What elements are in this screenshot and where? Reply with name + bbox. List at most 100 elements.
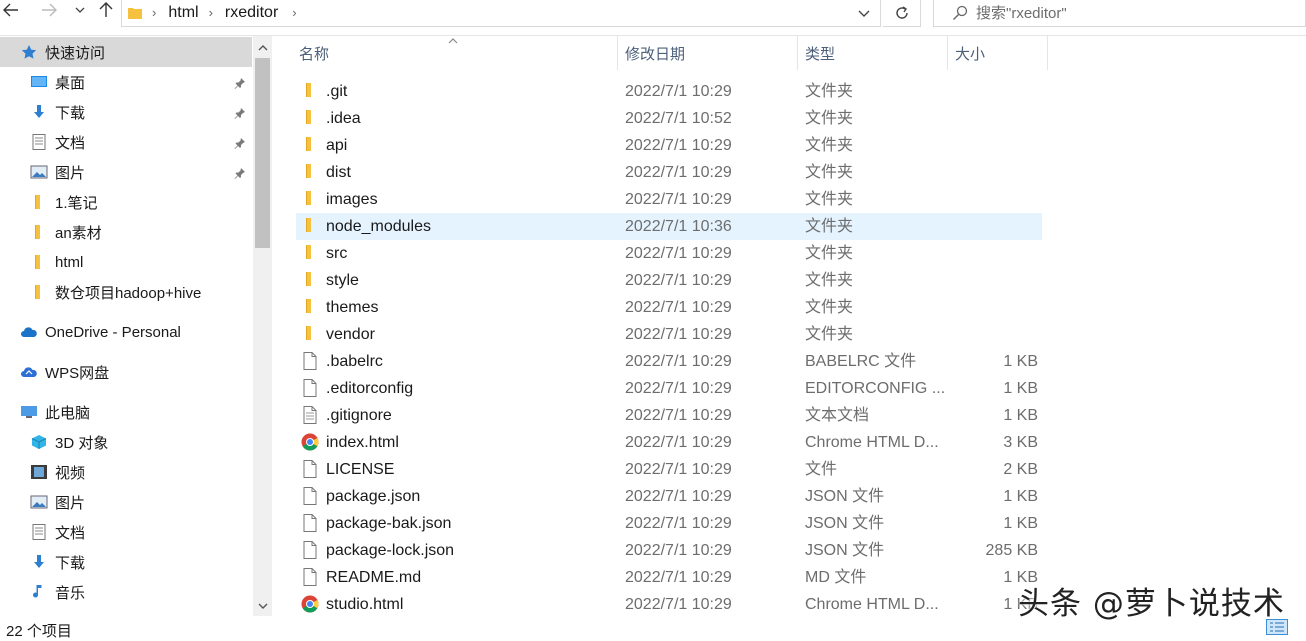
sidebar-item-17[interactable]: 音乐 <box>0 577 252 607</box>
sidebar-item-2[interactable]: 下载 <box>0 97 252 127</box>
file-row[interactable]: src 2022/7/1 10:29 文件夹 <box>296 240 1042 267</box>
file-type: 文件夹 <box>805 191 854 208</box>
sidebar-item-9[interactable]: OneDrive - Personal <box>0 317 252 347</box>
pin-icon <box>234 76 246 89</box>
sidebar-item-5[interactable]: 1.笔记 <box>0 187 252 217</box>
file-size <box>948 321 1038 348</box>
file-row[interactable]: package.json 2022/7/1 10:29 JSON 文件 1 KB <box>296 483 1042 510</box>
file-row[interactable]: images 2022/7/1 10:29 文件夹 <box>296 186 1042 213</box>
file-size <box>948 240 1038 267</box>
breadcrumb-html[interactable]: html <box>168 4 198 22</box>
sidebar-scrollbar-thumb[interactable] <box>255 58 270 248</box>
sidebar-item-10[interactable]: WPS网盘 <box>0 357 252 387</box>
file-row[interactable]: package-lock.json 2022/7/1 10:29 JSON 文件 28… <box>296 537 1042 564</box>
sidebar-scroll-up-button[interactable] <box>253 38 272 58</box>
sidebar-item-1[interactable]: 桌面 <box>0 67 252 97</box>
column-header-size[interactable]: 大小 <box>948 36 1048 70</box>
address-bar[interactable]: › html › rxeditor › <box>121 0 881 27</box>
file-type: 文件夹 <box>805 164 854 181</box>
file-type: 文件夹 <box>805 272 854 289</box>
file-row[interactable]: LICENSE 2022/7/1 10:29 文件 2 KB <box>296 456 1042 483</box>
file-row[interactable]: vendor 2022/7/1 10:29 文件夹 <box>296 321 1042 348</box>
watermark: 头条 @萝卜说技术 <box>1018 586 1285 622</box>
sidebar-item-label: 3D 对象 <box>55 434 109 452</box>
file-icon <box>301 460 319 478</box>
column-header-date[interactable]: 修改日期 <box>618 36 798 70</box>
file-row[interactable]: package-bak.json 2022/7/1 10:29 JSON 文件 1 K… <box>296 510 1042 537</box>
file-name: api <box>326 137 348 154</box>
file-modified-date: 2022/7/1 10:29 <box>625 299 732 316</box>
chrome-icon <box>301 433 319 451</box>
file-name: .editorconfig <box>326 380 414 397</box>
file-name: package.json <box>326 488 421 505</box>
file-type: MD 文件 <box>805 569 867 586</box>
folder-icon <box>128 7 142 19</box>
file-size <box>948 159 1038 186</box>
file-type: 文本文档 <box>805 407 870 424</box>
file-size: 3 KB <box>1003 434 1038 451</box>
search-input[interactable]: 搜索"rxeditor" <box>976 2 1067 23</box>
file-name: package-lock.json <box>326 542 455 559</box>
recent-locations-button[interactable] <box>72 0 88 20</box>
pin-icon <box>234 106 246 119</box>
refresh-icon <box>895 5 908 19</box>
sidebar-item-16[interactable]: 下载 <box>0 547 252 577</box>
sidebar-item-label: 视频 <box>55 464 86 482</box>
file-row[interactable]: .editorconfig 2022/7/1 10:29 EDITORCONFIG … <box>296 375 1042 402</box>
file-row[interactable]: .idea 2022/7/1 10:52 文件夹 <box>296 105 1042 132</box>
details-view-button[interactable] <box>1266 619 1288 635</box>
sidebar-item-6[interactable]: an素材 <box>0 217 252 247</box>
file-name: node_modules <box>326 218 431 235</box>
file-icon <box>301 514 319 532</box>
sidebar-item-13[interactable]: 视频 <box>0 457 252 487</box>
file-row[interactable]: .gitignore 2022/7/1 10:29 文本文档 1 KB <box>296 402 1042 429</box>
sidebar-item-label: 文档 <box>55 524 86 542</box>
sidebar-item-15[interactable]: 文档 <box>0 517 252 547</box>
file-size <box>948 132 1038 159</box>
file-row[interactable]: .git 2022/7/1 10:29 文件夹 <box>296 78 1042 105</box>
sidebar-item-label: 快速访问 <box>45 44 106 62</box>
up-button[interactable] <box>96 0 116 20</box>
file-row[interactable]: api 2022/7/1 10:29 文件夹 <box>296 132 1042 159</box>
search-box[interactable]: 搜索"rxeditor" <box>933 0 1306 27</box>
file-type: Chrome HTML D... <box>805 596 939 613</box>
sidebar-item-3[interactable]: 文档 <box>0 127 252 157</box>
arrow-left-icon <box>3 3 18 17</box>
refresh-button[interactable] <box>883 0 921 27</box>
file-name: README.md <box>326 569 422 586</box>
address-toolbar: › html › rxeditor › 搜索"rxeditor" <box>0 0 1306 36</box>
column-header-type[interactable]: 类型 <box>798 36 948 70</box>
document-icon <box>30 134 48 150</box>
desktop-icon <box>30 74 48 90</box>
forward-button[interactable] <box>38 0 60 20</box>
sidebar-item-label: 数仓项目hadoop+hive <box>55 284 202 302</box>
back-button[interactable] <box>0 0 22 20</box>
sidebar-scroll-down-button[interactable] <box>253 596 272 616</box>
folder-icon <box>30 224 48 240</box>
file-row[interactable]: index.html 2022/7/1 10:29 Chrome HTML D...… <box>296 429 1042 456</box>
sidebar-item-4[interactable]: 图片 <box>0 157 252 187</box>
file-row[interactable]: .babelrc 2022/7/1 10:29 BABELRC 文件 1 KB <box>296 348 1042 375</box>
sidebar-item-14[interactable]: 图片 <box>0 487 252 517</box>
file-type: JSON 文件 <box>805 488 885 505</box>
video-icon <box>30 464 48 480</box>
sidebar-item-label: html <box>55 253 84 271</box>
sidebar-item-11[interactable]: 此电脑 <box>0 397 252 427</box>
file-icon <box>301 352 319 370</box>
breadcrumb-rxeditor[interactable]: rxeditor <box>225 4 278 22</box>
file-row[interactable]: dist 2022/7/1 10:29 文件夹 <box>296 159 1042 186</box>
download-icon <box>30 104 48 120</box>
sidebar-item-8[interactable]: 数仓项目hadoop+hive <box>0 277 252 307</box>
file-row[interactable]: node_modules 2022/7/1 10:36 文件夹 <box>296 213 1042 240</box>
chrome-icon <box>301 595 319 613</box>
file-row[interactable]: themes 2022/7/1 10:29 文件夹 <box>296 294 1042 321</box>
file-icon <box>301 568 319 586</box>
file-row[interactable]: studio.html 2022/7/1 10:29 Chrome HTML D..… <box>296 591 1042 618</box>
sidebar-item-0[interactable]: 快速访问 <box>0 37 252 67</box>
sidebar-item-7[interactable]: html <box>0 247 252 277</box>
navigation-pane: 快速访问 桌面 下载 文档 图片 1.笔记 an素材 html 数仓项目hadoop+hive O… <box>0 36 272 635</box>
file-row[interactable]: README.md 2022/7/1 10:29 MD 文件 1 KB <box>296 564 1042 591</box>
sidebar-item-12[interactable]: 3D 对象 <box>0 427 252 457</box>
address-dropdown-button[interactable] <box>858 5 870 22</box>
file-row[interactable]: style 2022/7/1 10:29 文件夹 <box>296 267 1042 294</box>
